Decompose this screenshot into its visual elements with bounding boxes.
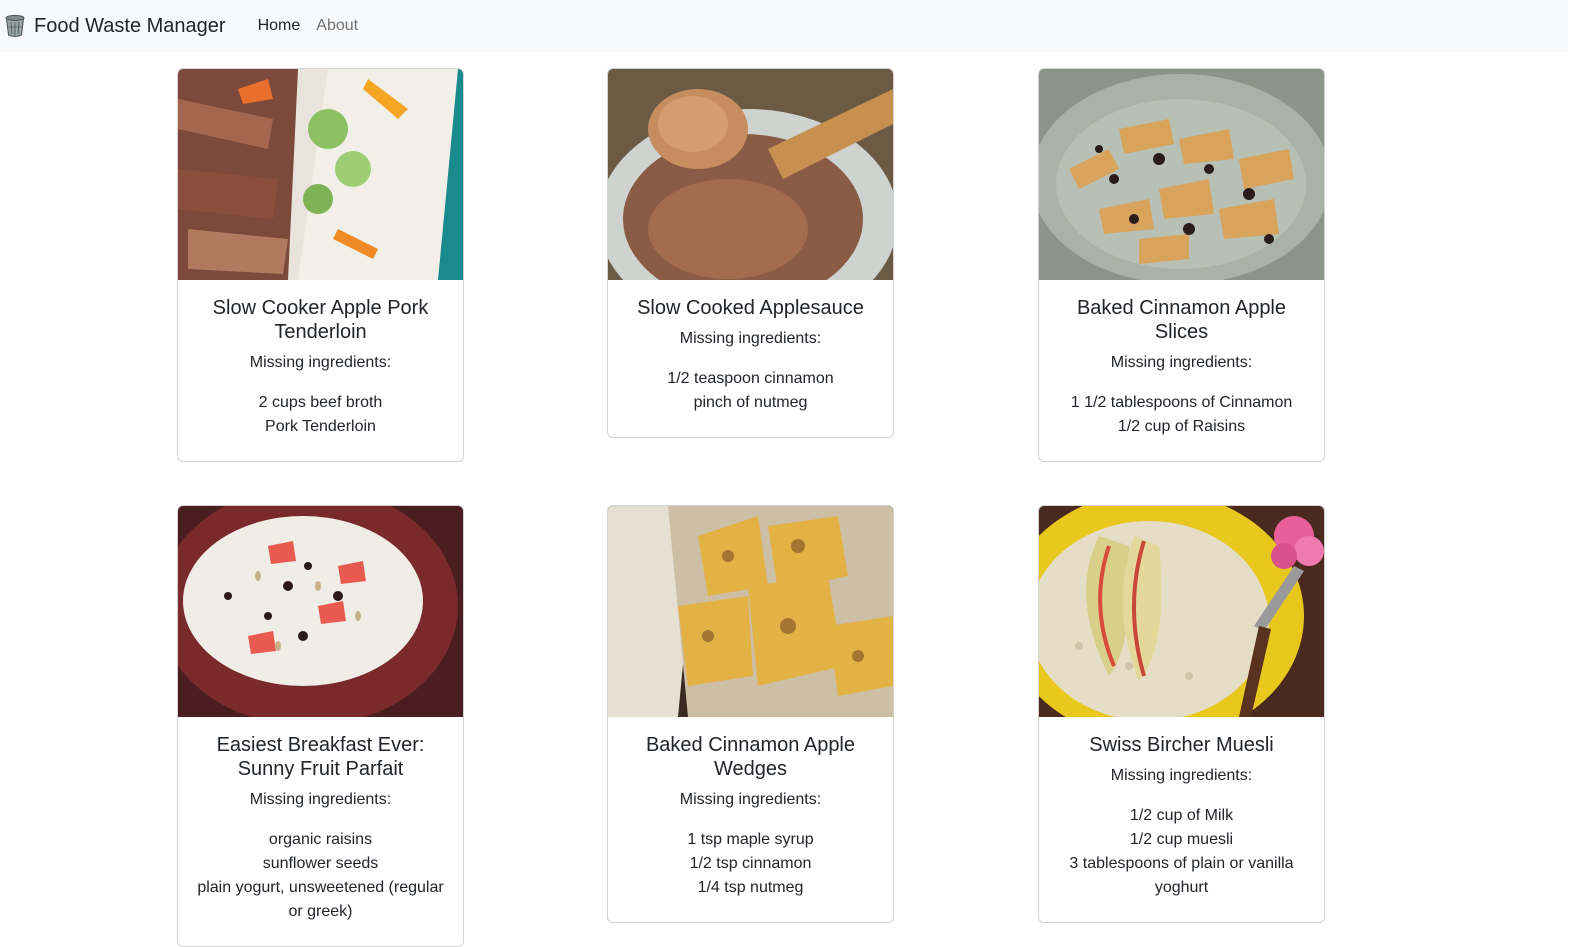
recipe-image	[608, 506, 893, 717]
recipe-title: Baked Cinnamon Apple Wedges	[645, 734, 856, 780]
missing-ingredient: organic raisins	[268, 831, 373, 848]
missing-ingredient: pinch of nutmeg	[693, 394, 808, 411]
missing-label: Missing ingredients:	[679, 791, 822, 808]
missing-ingredient: 1/2 teaspoon cinnamon	[667, 370, 834, 387]
missing-label: Missing ingredients:	[1110, 767, 1253, 784]
recipe-title: Slow Cooked Applesauce	[637, 297, 864, 319]
recipe-card[interactable]: Slow Cooked Applesauce Missing ingredien…	[607, 68, 894, 438]
card-body: Easiest Breakfast Ever: Sunny Fruit Parf…	[178, 717, 463, 946]
recipe-card[interactable]: Baked Cinnamon Apple Slices Missing ingr…	[1038, 68, 1325, 462]
missing-ingredient: sunflower seeds	[262, 855, 379, 872]
missing-ingredient: 1/2 cup of Raisins	[1117, 418, 1246, 435]
missing-ingredient: 1/4 tsp nutmeg	[697, 879, 804, 896]
card-body: Slow Cooked Applesauce Missing ingredien…	[608, 280, 893, 437]
recipe-image	[1039, 506, 1324, 717]
nav-home-link[interactable]: Home	[250, 17, 309, 35]
recipe-image	[608, 69, 893, 280]
recipe-image	[178, 506, 463, 717]
missing-label: Missing ingredients:	[1110, 354, 1253, 371]
missing-ingredient: Pork Tenderloin	[265, 418, 376, 435]
missing-ingredient: 1/2 cup of Milk	[1129, 807, 1234, 824]
card-body: Baked Cinnamon Apple Slices Missing ingr…	[1039, 280, 1324, 461]
recipe-card[interactable]: Baked Cinnamon Apple Wedges Missing ingr…	[607, 505, 894, 923]
missing-ingredient: 1/2 tsp cinnamon	[689, 855, 812, 872]
recipe-card[interactable]: Slow Cooker Apple Pork Tenderloin Missin…	[177, 68, 464, 462]
recipe-title: Easiest Breakfast Ever: Sunny Fruit Parf…	[216, 734, 425, 780]
recipe-image	[178, 69, 463, 280]
recipe-card[interactable]: Easiest Breakfast Ever: Sunny Fruit Parf…	[177, 505, 464, 947]
nav-about-link[interactable]: About	[308, 17, 366, 35]
missing-ingredient: 3 tablespoons of plain or vanilla yoghur…	[1069, 855, 1294, 896]
missing-ingredient: 1 1/2 tablespoons of Cinnamon	[1070, 394, 1293, 411]
recipe-title: Swiss Bircher Muesli	[1089, 734, 1274, 756]
recipe-title: Slow Cooker Apple Pork Tenderloin	[212, 297, 429, 343]
card-body: Swiss Bircher Muesli Missing ingredients…	[1039, 717, 1324, 922]
missing-ingredient: 2 cups beef broth	[258, 394, 383, 411]
card-body: Slow Cooker Apple Pork Tenderloin Missin…	[178, 280, 463, 461]
missing-label: Missing ingredients:	[249, 791, 392, 808]
missing-ingredient: 1 tsp maple syrup	[687, 831, 814, 848]
missing-label: Missing ingredients:	[249, 354, 392, 371]
brand-title: Food Waste Manager	[34, 15, 226, 37]
nav-links: Home About	[250, 17, 367, 35]
navbar: Food Waste Manager Home About	[0, 0, 1568, 52]
recipe-image	[1039, 69, 1324, 280]
trash-bin-icon	[5, 14, 25, 37]
recipe-card[interactable]: Swiss Bircher Muesli Missing ingredients…	[1038, 505, 1325, 923]
missing-label: Missing ingredients:	[679, 330, 822, 347]
missing-ingredient: plain yogurt, unsweetened (regular or gr…	[197, 879, 444, 920]
navbar-brand[interactable]: Food Waste Manager	[4, 14, 226, 38]
missing-ingredient: 1/2 cup muesli	[1129, 831, 1234, 848]
card-body: Baked Cinnamon Apple Wedges Missing ingr…	[608, 717, 893, 922]
recipe-title: Baked Cinnamon Apple Slices	[1076, 297, 1287, 343]
